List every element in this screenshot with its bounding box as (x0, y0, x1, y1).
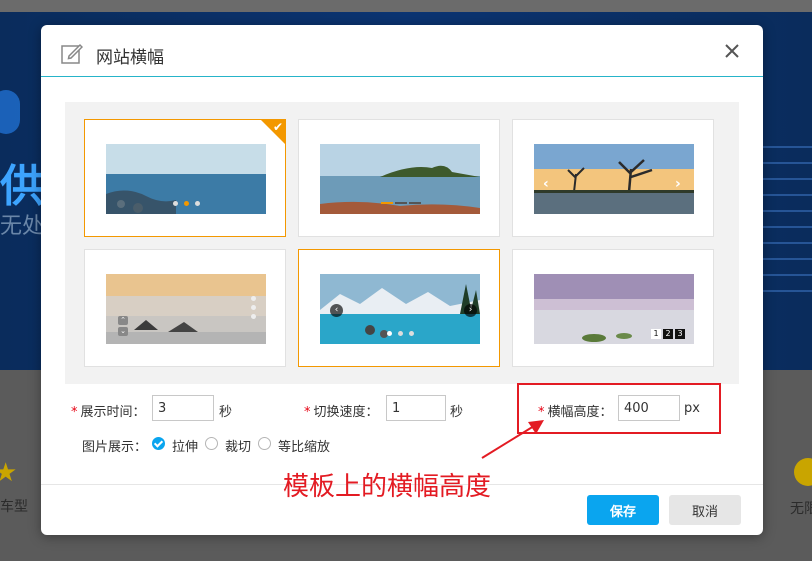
chevron-right-icon: › (675, 176, 681, 192)
template-card-6[interactable]: 123 (512, 249, 714, 367)
dialog-title: 网站横幅 (96, 48, 164, 68)
image-display-label: 图片展示： (82, 440, 148, 455)
save-button[interactable]: 保存 (587, 495, 659, 525)
background-top-bar (0, 0, 812, 12)
radio-proportional-label: 等比缩放 (278, 440, 331, 455)
switch-speed-label: * 切换速度： (304, 405, 379, 420)
banner-thumbnail-trees (534, 144, 694, 214)
chevron-left-icon: ‹ (543, 176, 549, 192)
radio-crop-label: 裁切 (225, 440, 252, 455)
background-banner-subtext: 无处 (0, 214, 45, 239)
radio-stretch[interactable] (152, 437, 165, 450)
display-time-input[interactable] (152, 395, 214, 421)
carousel-dots (320, 331, 480, 336)
annotation-arrow-icon (481, 420, 544, 459)
display-time-unit: 秒 (219, 405, 233, 420)
template-card-5[interactable]: ‹ › (298, 249, 500, 367)
radio-stretch-label: 拉伸 (172, 440, 199, 455)
background-banner-text: 供 (0, 161, 44, 212)
chevron-down-icon: ⌄ (118, 327, 128, 336)
switch-speed-unit: 秒 (450, 405, 464, 420)
carousel-bars (381, 202, 423, 204)
cancel-button[interactable]: 取消 (669, 495, 741, 525)
banner-settings-dialog: 网站横幅 ✔ ‹ › ⌃ ⌄ ‹ › 1 2 3 * 展示时间： 3 秒 * 切… (41, 25, 763, 535)
template-card-3[interactable]: ‹ › (512, 119, 714, 237)
vertical-dots (251, 296, 257, 323)
up-down-controls: ⌃ ⌄ (118, 316, 128, 338)
template-card-4[interactable]: ⌃ ⌄ (84, 249, 286, 367)
carousel-number-pager: 123 (649, 329, 685, 339)
display-time-label: * 展示时间： (71, 405, 146, 420)
radio-proportional[interactable] (258, 437, 271, 450)
switch-speed-input[interactable] (386, 395, 446, 421)
banner-thumbnail-misty-rocks (106, 274, 266, 344)
background-feature-label-left: 车型 (0, 499, 28, 515)
template-grid: ✔ ‹ › ⌃ ⌄ ‹ › 1 2 3 (65, 102, 739, 384)
background-feature-label-right: 无限 (790, 501, 812, 517)
template-card-2[interactable] (298, 119, 500, 237)
template-card-1[interactable]: ✔ (84, 119, 286, 237)
chat-bubble-icon (0, 90, 20, 134)
arrow-left-icon: ‹ (330, 304, 343, 317)
checkmark-icon: ✔ (272, 120, 283, 134)
edit-icon (61, 43, 83, 64)
annotation-text: 模板上的横幅高度 (283, 472, 492, 502)
chevron-up-icon: ⌃ (118, 316, 128, 325)
dialog-header: 网站横幅 (41, 25, 763, 77)
radio-crop[interactable] (205, 437, 218, 450)
carousel-dots (106, 201, 266, 206)
close-icon[interactable] (724, 43, 740, 59)
star-icon: ★ (0, 458, 18, 488)
arrow-right-icon: › (464, 304, 477, 317)
